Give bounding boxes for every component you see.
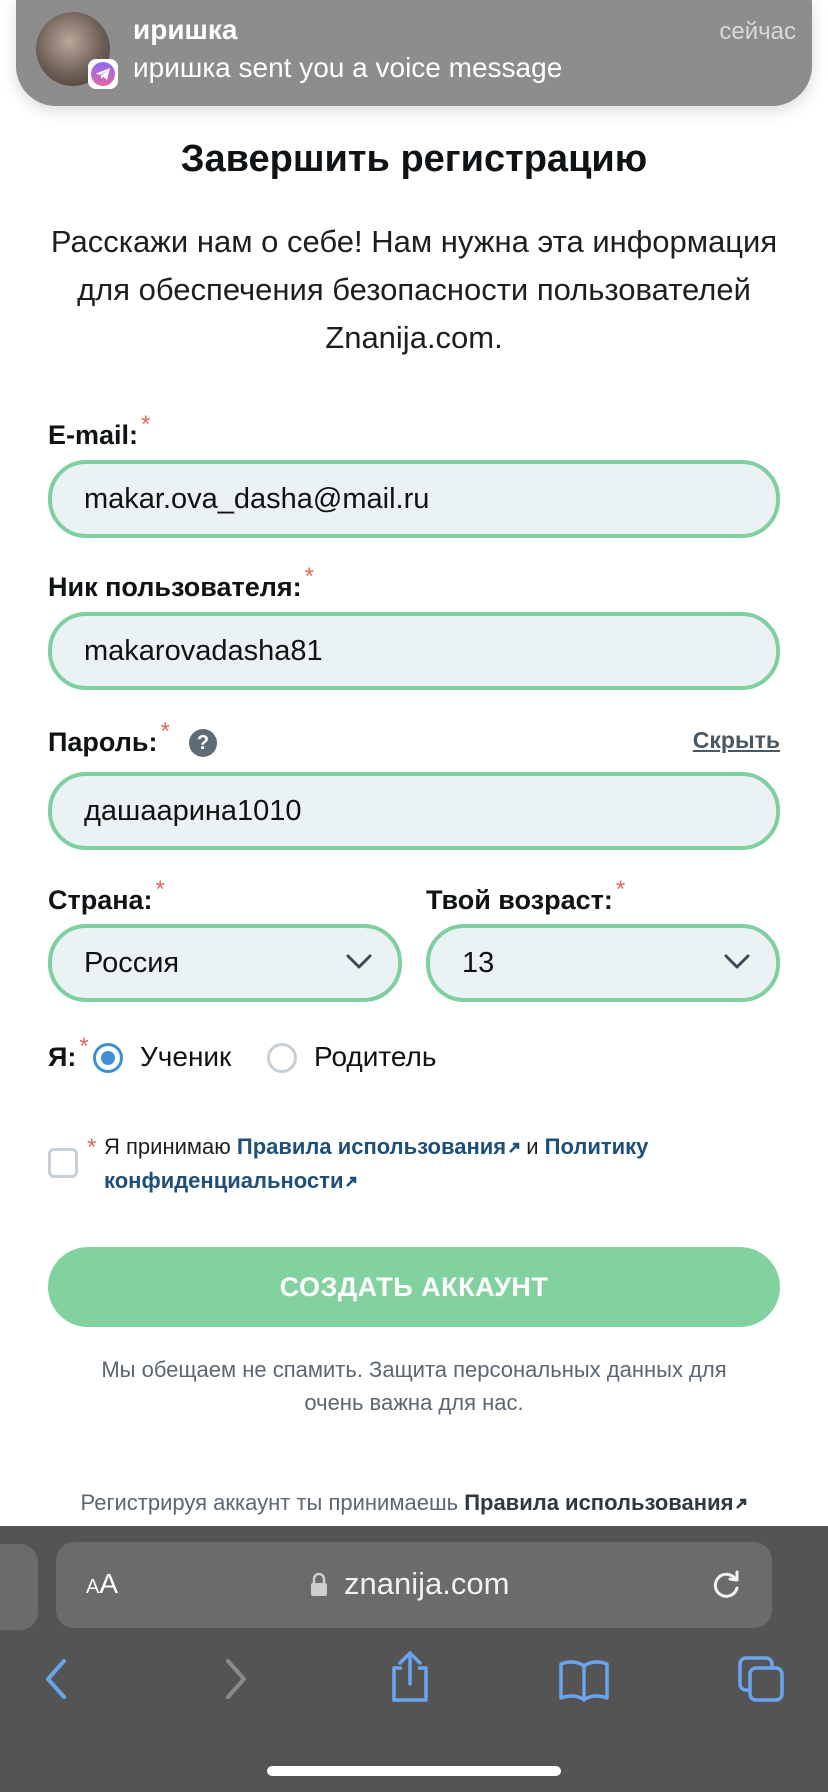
nickname-field[interactable]: makarovadasha81 xyxy=(48,612,780,690)
country-select[interactable]: Россия xyxy=(48,924,402,1002)
password-value: дашаарина1010 xyxy=(84,794,302,827)
nickname-label: Ник пользователя: * xyxy=(48,563,314,602)
page-subtitle: Расскажи нам о себе! Нам нужна эта инфор… xyxy=(50,224,778,355)
required-mark: * xyxy=(160,718,170,745)
age-select[interactable]: 13 xyxy=(426,924,780,1002)
footer-note: Регистрируя аккаунт ты принимаешь Правил… xyxy=(0,1490,828,1516)
external-link-icon xyxy=(346,1176,357,1187)
hide-password-link[interactable]: Скрыть xyxy=(693,727,780,754)
required-mark: * xyxy=(79,1033,89,1060)
terms-text: Я принимаю Правила использования и Полит… xyxy=(104,1134,649,1193)
external-link-icon xyxy=(736,1498,747,1509)
required-mark: * xyxy=(304,563,314,590)
text-size-button[interactable]: AA xyxy=(86,1568,118,1600)
email-field[interactable]: makar.ova_dasha@mail.ru xyxy=(48,460,780,538)
radio-student-label[interactable]: Ученик xyxy=(140,1041,231,1073)
required-mark: * xyxy=(155,876,165,903)
external-link-icon xyxy=(509,1142,520,1153)
notification-sender: иришка xyxy=(133,14,238,45)
forward-icon[interactable] xyxy=(222,1657,250,1701)
required-mark: * xyxy=(141,411,151,438)
age-value: 13 xyxy=(462,946,495,979)
age-label: Твой возраст: * xyxy=(426,876,626,915)
password-field[interactable]: дашаарина1010 xyxy=(48,772,780,850)
chevron-down-icon xyxy=(724,954,750,969)
rules-link[interactable]: Правила использования xyxy=(237,1134,520,1159)
share-icon[interactable] xyxy=(388,1650,432,1704)
footer-rules-link[interactable]: Правила использования xyxy=(464,1490,747,1515)
telegram-icon xyxy=(88,59,118,89)
radio-student[interactable] xyxy=(93,1043,123,1073)
password-label: Пароль: * xyxy=(48,718,170,757)
role-label: Я: * xyxy=(48,1033,89,1072)
help-icon[interactable]: ? xyxy=(189,729,217,757)
back-icon[interactable] xyxy=(42,1657,70,1701)
nickname-value: makarovadasha81 xyxy=(84,634,323,667)
bookmarks-icon[interactable] xyxy=(558,1658,610,1702)
previous-tab-preview[interactable] xyxy=(0,1544,38,1630)
country-label: Страна: * xyxy=(48,876,165,915)
chevron-down-icon xyxy=(346,954,372,969)
tabs-icon[interactable] xyxy=(736,1654,786,1704)
lock-icon xyxy=(311,1572,327,1596)
home-indicator xyxy=(267,1766,561,1776)
terms-checkbox[interactable] xyxy=(48,1148,78,1178)
notification-time: сейчас xyxy=(719,18,796,45)
required-mark: * xyxy=(615,876,626,903)
create-account-button[interactable]: СОЗДАТЬ АККАУНТ xyxy=(48,1247,780,1327)
url-text[interactable]: znanija.com xyxy=(344,1566,509,1602)
privacy-promise: Мы обещаем не спамить. Защита персональн… xyxy=(101,1357,727,1415)
page-title: Завершить регистрацию xyxy=(180,138,648,180)
email-value: makar.ova_dasha@mail.ru xyxy=(84,482,430,515)
reload-icon[interactable] xyxy=(709,1568,743,1602)
notification-message: иришка sent you a voice message xyxy=(133,52,563,83)
radio-parent-label[interactable]: Родитель xyxy=(314,1041,436,1073)
radio-parent[interactable] xyxy=(267,1043,297,1073)
country-value: Россия xyxy=(84,946,180,979)
email-label: E-mail: * xyxy=(48,411,151,450)
